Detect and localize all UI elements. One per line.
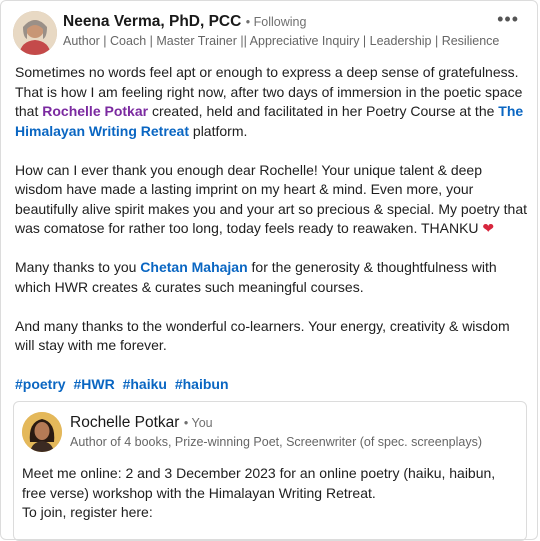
mention-rochelle-potkar[interactable]: Rochelle Potkar <box>42 103 148 119</box>
repost-body: Meet me online: 2 and 3 December 2023 fo… <box>22 464 516 523</box>
post-paragraph-3: Many thanks to you Chetan Mahajan for th… <box>15 258 531 297</box>
author-name-row: Neena Verma, PhD, PCC • Following <box>63 13 306 31</box>
follow-status: • Following <box>245 15 307 29</box>
repost-text-2: To join, register here: <box>22 504 153 520</box>
reposted-card[interactable]: Rochelle Potkar • You Author of 4 books,… <box>13 401 527 541</box>
post-text: platform. <box>189 122 248 139</box>
post-header: Neena Verma, PhD, PCC • Following Author… <box>13 9 527 55</box>
repost-name-row: Rochelle Potkar • You <box>70 414 213 432</box>
repost-author-avatar[interactable] <box>22 412 62 452</box>
repost-author-name[interactable]: Rochelle Potkar <box>70 414 179 431</box>
repost-you-label: • You <box>183 416 213 430</box>
hashtag-poetry[interactable]: #poetry <box>15 376 66 392</box>
repost-author-headline: Author of 4 books, Prize-winning Poet, S… <box>70 435 482 449</box>
author-name[interactable]: Neena Verma, PhD, PCC <box>63 13 241 30</box>
post-text: created, held and facilitated in her Poe… <box>148 103 499 119</box>
post-paragraph-4: And many thanks to the wonderful co-lear… <box>15 317 510 354</box>
more-options-icon[interactable]: ••• <box>497 9 519 30</box>
hashtag-haiku[interactable]: #haiku <box>123 376 167 392</box>
post-text: How can I ever thank you enough dear Roc… <box>15 161 528 237</box>
heart-icon: ❤ <box>482 220 495 236</box>
mention-chetan-mahajan[interactable]: Chetan Mahajan <box>140 259 247 275</box>
post-card: Neena Verma, PhD, PCC • Following Author… <box>0 0 538 541</box>
repost-text-1: Meet me online: 2 and 3 December 2023 fo… <box>22 465 496 501</box>
post-body: Sometimes no words feel apt or enough to… <box>15 63 531 395</box>
hashtags: #poetry #HWR #haiku #haibun <box>15 375 531 395</box>
hashtag-hwr[interactable]: #HWR <box>73 376 114 392</box>
post-paragraph-2: How can I ever thank you enough dear Roc… <box>15 161 531 239</box>
hashtag-haibun[interactable]: #haibun <box>175 376 229 392</box>
author-headline: Author | Coach | Master Trainer || Appre… <box>63 34 503 48</box>
post-paragraph-1: Sometimes no words feel apt or enough to… <box>15 63 531 141</box>
post-text: Many thanks to you <box>15 259 141 275</box>
author-avatar[interactable] <box>13 11 57 55</box>
